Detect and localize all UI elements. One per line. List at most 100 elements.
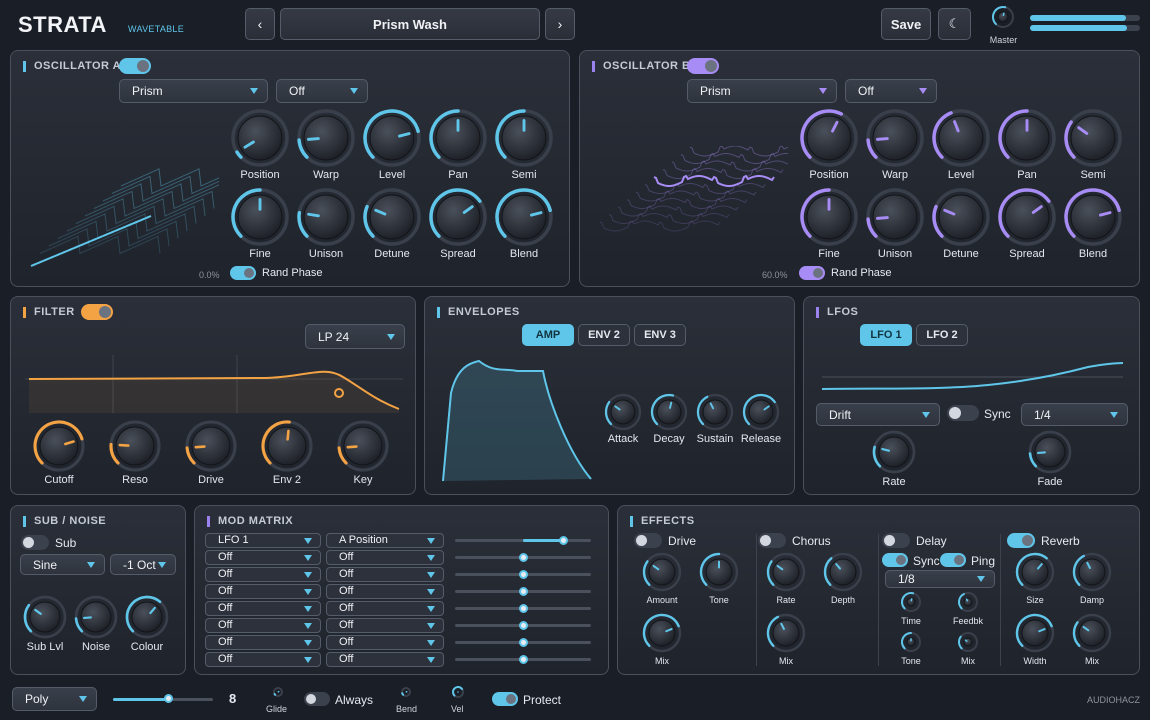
- osc-a-pan-knob[interactable]: [429, 109, 487, 167]
- osc-b-spread-knob[interactable]: [998, 188, 1056, 246]
- mod-source-select[interactable]: Off: [205, 584, 321, 599]
- master-knob[interactable]: [991, 5, 1015, 29]
- delay-time-knob[interactable]: [900, 591, 922, 613]
- mod-source-select[interactable]: Off: [205, 618, 321, 633]
- mod-amount-thumb[interactable]: [518, 587, 528, 596]
- mod-destination-select[interactable]: Off: [326, 652, 444, 667]
- osc-a-wavetable-select[interactable]: Prism: [119, 79, 268, 103]
- osc-a-unison-knob[interactable]: [297, 188, 355, 246]
- filter-cutoff-knob[interactable]: [33, 420, 85, 472]
- delay-feedbk-knob[interactable]: [957, 591, 979, 613]
- osc-a-position-knob[interactable]: [231, 109, 289, 167]
- next-preset-button[interactable]: ›: [545, 8, 575, 40]
- envelopes-decay-knob[interactable]: [650, 393, 688, 431]
- filter-type-select[interactable]: LP 24: [305, 324, 405, 349]
- envelopes-attack-knob[interactable]: [604, 393, 642, 431]
- osc-b-enable-toggle[interactable]: [687, 58, 719, 74]
- mod-source-select[interactable]: Off: [205, 601, 321, 616]
- lfo-shape-select[interactable]: Drift: [816, 403, 940, 426]
- glide-knob[interactable]: [272, 686, 284, 698]
- mod-destination-select[interactable]: A Position: [326, 533, 444, 548]
- osc-a-blend-knob[interactable]: [495, 188, 553, 246]
- prev-preset-button[interactable]: ‹: [245, 8, 275, 40]
- osc-b-rand-phase-toggle[interactable]: [799, 266, 825, 280]
- mod-destination-select[interactable]: Off: [326, 550, 444, 565]
- sub-enable-toggle[interactable]: [21, 535, 49, 550]
- osc-a-rand-phase-toggle[interactable]: [230, 266, 256, 280]
- mod-source-select[interactable]: Off: [205, 550, 321, 565]
- voice-mode-select[interactable]: Poly: [12, 687, 97, 711]
- mod-destination-select[interactable]: Off: [326, 584, 444, 599]
- mod-source-select[interactable]: Off: [205, 652, 321, 667]
- filter-enable-toggle[interactable]: [81, 304, 113, 320]
- osc-b-unison-knob[interactable]: [866, 188, 924, 246]
- sub-sub-lvl-knob[interactable]: [23, 595, 67, 639]
- lfo-rate-division-select[interactable]: 1/4: [1021, 403, 1128, 426]
- osc-b-wavetable-select[interactable]: Prism: [687, 79, 837, 103]
- reverb-size-knob[interactable]: [1015, 552, 1055, 592]
- osc-a-enable-toggle[interactable]: [119, 58, 151, 74]
- filter-key-knob[interactable]: [337, 420, 389, 472]
- osc-a-level-knob[interactable]: [363, 109, 421, 167]
- delay-tone-knob[interactable]: [900, 631, 922, 653]
- osc-b-semi-knob[interactable]: [1064, 109, 1122, 167]
- mod-amount-thumb[interactable]: [518, 553, 528, 562]
- mod-source-select[interactable]: LFO 1: [205, 533, 321, 548]
- delay-sync-toggle[interactable]: [882, 553, 908, 567]
- osc-b-level-knob[interactable]: [932, 109, 990, 167]
- save-button[interactable]: Save: [881, 8, 931, 40]
- delay-toggle[interactable]: [882, 533, 910, 548]
- mod-destination-select[interactable]: Off: [326, 618, 444, 633]
- drive-amount-knob[interactable]: [642, 552, 682, 592]
- mod-amount-thumb[interactable]: [518, 604, 528, 613]
- delay-ping-toggle[interactable]: [940, 553, 966, 567]
- lfo-sync-toggle[interactable]: [947, 405, 979, 421]
- mod-amount-thumb[interactable]: [559, 536, 569, 545]
- drive-toggle[interactable]: [634, 533, 662, 548]
- chorus-depth-knob[interactable]: [823, 552, 863, 592]
- velocity-knob[interactable]: [451, 685, 465, 699]
- osc-a-semi-knob[interactable]: [495, 109, 553, 167]
- mod-source-select[interactable]: Off: [205, 635, 321, 650]
- drive-mix-knob[interactable]: [642, 613, 682, 653]
- mod-amount-thumb[interactable]: [518, 570, 528, 579]
- protect-toggle[interactable]: [492, 692, 518, 706]
- bend-knob[interactable]: [400, 686, 412, 698]
- tab-env-2[interactable]: ENV 2: [578, 324, 630, 346]
- osc-b-position-knob[interactable]: [800, 109, 858, 167]
- mod-amount-thumb[interactable]: [518, 621, 528, 630]
- envelopes-release-knob[interactable]: [742, 393, 780, 431]
- tab-env-3[interactable]: ENV 3: [634, 324, 686, 346]
- tab-lfo-2[interactable]: LFO 2: [916, 324, 968, 346]
- drive-tone-knob[interactable]: [699, 552, 739, 592]
- glide-always-toggle[interactable]: [304, 692, 330, 706]
- delay-division-select[interactable]: 1/8: [885, 570, 995, 588]
- osc-b-pan-knob[interactable]: [998, 109, 1056, 167]
- mod-destination-select[interactable]: Off: [326, 567, 444, 582]
- osc-a-mode-select[interactable]: Off: [276, 79, 368, 103]
- chorus-rate-knob[interactable]: [766, 552, 806, 592]
- lfos-fade-knob[interactable]: [1028, 430, 1072, 474]
- osc-b-fine-knob[interactable]: [800, 188, 858, 246]
- osc-b-blend-knob[interactable]: [1064, 188, 1122, 246]
- osc-b-mode-select[interactable]: Off: [845, 79, 937, 103]
- reverb-mix-knob[interactable]: [1072, 613, 1112, 653]
- reverb-toggle[interactable]: [1007, 533, 1035, 548]
- mod-destination-select[interactable]: Off: [326, 601, 444, 616]
- lfos-rate-knob[interactable]: [872, 430, 916, 474]
- osc-a-detune-knob[interactable]: [363, 188, 421, 246]
- sub-colour-knob[interactable]: [125, 595, 169, 639]
- filter-drive-knob[interactable]: [185, 420, 237, 472]
- theme-toggle-button[interactable]: ☾: [938, 8, 971, 40]
- tab-amp[interactable]: AMP: [522, 324, 574, 346]
- sub-noise-knob[interactable]: [74, 595, 118, 639]
- sub-octave-select[interactable]: -1 Oct: [110, 554, 176, 575]
- delay-mix-knob[interactable]: [957, 631, 979, 653]
- preset-name-display[interactable]: Prism Wash: [280, 8, 540, 40]
- mod-amount-thumb[interactable]: [518, 638, 528, 647]
- osc-b-detune-knob[interactable]: [932, 188, 990, 246]
- mod-amount-thumb[interactable]: [518, 655, 528, 664]
- osc-a-spread-knob[interactable]: [429, 188, 487, 246]
- tab-lfo-1[interactable]: LFO 1: [860, 324, 912, 346]
- reverb-damp-knob[interactable]: [1072, 552, 1112, 592]
